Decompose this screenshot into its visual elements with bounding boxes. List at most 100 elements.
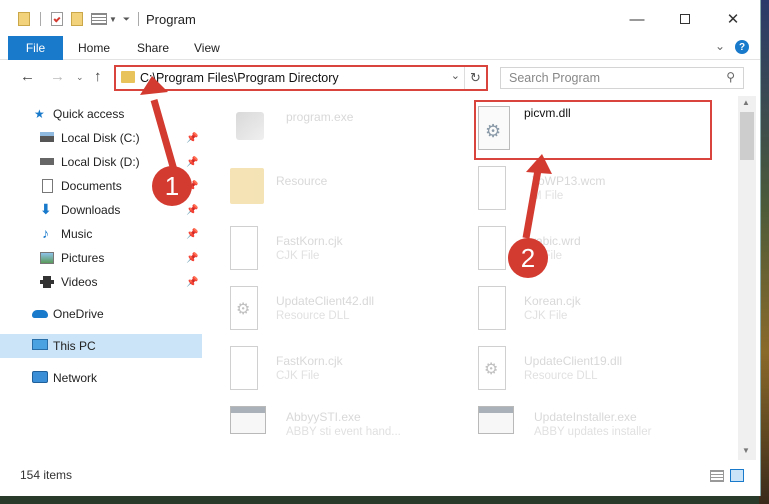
list-item[interactable]: ⚙ UpdateClient42.dll Resource DLL xyxy=(230,282,470,338)
ribbon: File Home Share View ⌄ ? xyxy=(0,36,760,60)
sidebar-item-music[interactable]: ♪ Music 📌 xyxy=(0,222,202,246)
file-type: M File xyxy=(532,190,564,202)
recent-locations-icon[interactable]: ⌄ xyxy=(76,72,84,83)
address-dropdown-icon[interactable]: ⌄ xyxy=(451,69,460,82)
file-icon xyxy=(478,166,506,210)
list-item[interactable]: FastKorn.cjk CJK File xyxy=(230,222,470,278)
up-button[interactable]: ↑ xyxy=(94,68,102,85)
view-options-icon[interactable] xyxy=(91,13,107,25)
file-type: CJK File xyxy=(276,250,320,262)
scrollbar-thumb[interactable] xyxy=(740,112,754,160)
customize-arrow-icon[interactable]: ⏷ xyxy=(123,14,130,25)
list-item[interactable]: AbbyySTI.exe ABBY sti event hand... xyxy=(230,398,470,454)
close-button[interactable]: ✕ xyxy=(710,6,756,32)
file-name: UpdateInstaller.exe xyxy=(534,410,637,424)
sidebar-item-label: Network xyxy=(53,371,98,385)
search-box[interactable]: Search Program ⚲ xyxy=(500,67,744,89)
highlight-box xyxy=(474,100,712,160)
file-icon xyxy=(230,346,258,390)
explorer-window: ▼ ⏷ Program — ✕ File Home Share View ⌄ ?… xyxy=(0,0,761,496)
list-item[interactable]: ⚙ UpdateClient19.dll Resource DLL xyxy=(478,342,718,398)
expand-ribbon-icon[interactable]: ⌄ xyxy=(715,39,725,53)
address-path[interactable]: C:\Program Files\Program Directory xyxy=(140,71,339,85)
tab-share[interactable]: Share xyxy=(137,41,169,55)
exe-icon xyxy=(236,112,264,140)
pin-icon[interactable]: 📌 xyxy=(186,277,198,288)
list-item[interactable]: Resource xyxy=(230,162,470,218)
file-name: FastKorn.cjk xyxy=(276,234,343,248)
sidebar-item-label: Music xyxy=(61,227,93,241)
sidebar-item-label: Local Disk (C:) xyxy=(61,131,140,145)
sidebar-item-videos[interactable]: Videos 📌 xyxy=(0,270,202,294)
file-name: AbbyySTI.exe xyxy=(286,410,361,424)
star-icon: ★ xyxy=(34,107,45,121)
drive-icon xyxy=(40,158,54,165)
sidebar-item-label: Local Disk (D:) xyxy=(61,155,140,169)
list-item[interactable]: Korean.cjk CJK File xyxy=(478,282,718,338)
documents-icon xyxy=(42,179,53,193)
cloud-icon xyxy=(32,310,48,318)
forward-button[interactable]: → xyxy=(50,68,65,85)
minimize-button[interactable]: — xyxy=(614,6,660,32)
list-item[interactable]: ToWP13.wcm M File xyxy=(478,162,718,218)
address-bar[interactable]: C:\Program Files\Program Directory ⌄ ↻ xyxy=(114,65,488,91)
back-button[interactable]: ← xyxy=(20,68,35,85)
exe-icon xyxy=(478,406,514,434)
exe-icon xyxy=(230,406,266,434)
file-name: program.exe xyxy=(286,110,354,124)
properties-icon[interactable] xyxy=(51,12,63,26)
file-name: UpdateClient19.dll xyxy=(524,354,623,368)
sidebar-item-label: Documents xyxy=(61,179,122,193)
help-button[interactable]: ? xyxy=(735,40,749,54)
large-icons-view-icon[interactable] xyxy=(730,469,744,482)
file-type: Resource DLL xyxy=(524,370,598,382)
file-icon xyxy=(478,286,506,330)
file-icon xyxy=(230,226,258,270)
videos-icon xyxy=(40,276,54,288)
computer-icon xyxy=(32,339,48,350)
tab-home[interactable]: Home xyxy=(78,41,110,55)
drive-icon xyxy=(40,132,54,142)
pin-icon[interactable]: 📌 xyxy=(186,253,198,264)
item-count: 154 items xyxy=(20,468,73,482)
sidebar-item-label: OneDrive xyxy=(53,307,104,321)
sidebar-item-quick-access[interactable]: ★ Quick access xyxy=(0,102,202,126)
pin-icon[interactable]: 📌 xyxy=(186,133,198,144)
maximize-button[interactable] xyxy=(662,6,708,32)
window-title: Program xyxy=(146,12,196,27)
sidebar-item-network[interactable]: Network xyxy=(0,366,202,390)
maximize-icon xyxy=(680,14,690,24)
dropdown-arrow-icon[interactable]: ▼ xyxy=(109,15,117,24)
sidebar-item-label: Quick access xyxy=(53,107,125,121)
file-name: ToWP13.wcm xyxy=(532,174,606,188)
tab-file[interactable]: File xyxy=(8,36,63,60)
refresh-icon[interactable]: ↻ xyxy=(464,67,486,89)
pin-icon[interactable]: 📌 xyxy=(186,205,198,216)
pictures-icon xyxy=(40,252,54,264)
navigation-bar: ← → ⌄ ↑ C:\Program Files\Program Directo… xyxy=(0,60,760,96)
vertical-scrollbar[interactable]: ▲ ▼ xyxy=(738,96,756,460)
new-folder-icon[interactable] xyxy=(71,12,83,26)
sidebar-item-onedrive[interactable]: OneDrive xyxy=(0,302,202,326)
list-item[interactable]: FastKorn.cjk CJK File xyxy=(230,342,470,398)
pin-icon[interactable]: 📌 xyxy=(186,157,198,168)
sidebar-item-label: This PC xyxy=(53,339,96,353)
details-view-icon[interactable] xyxy=(710,470,724,482)
file-name: FastKorn.cjk xyxy=(276,354,343,368)
folder-icon[interactable] xyxy=(18,12,30,26)
separator xyxy=(40,12,41,26)
file-type: ABBY updates installer xyxy=(534,426,652,438)
file-name: Resource xyxy=(276,174,328,188)
gear-icon: ⚙ xyxy=(484,361,499,378)
search-placeholder[interactable]: Search Program xyxy=(509,71,600,85)
list-item[interactable]: program.exe xyxy=(230,102,470,158)
search-icon[interactable]: ⚲ xyxy=(726,70,735,84)
sidebar-item-pictures[interactable]: Pictures 📌 xyxy=(0,246,202,270)
sidebar-item-this-pc[interactable]: This PC xyxy=(0,334,202,358)
pin-icon[interactable]: 📌 xyxy=(186,229,198,240)
list-item[interactable]: UpdateInstaller.exe ABBY updates install… xyxy=(478,398,718,454)
tab-view[interactable]: View xyxy=(194,41,220,55)
sidebar-item-local-disk-c[interactable]: Local Disk (C:) 📌 xyxy=(0,126,202,150)
scroll-up-icon[interactable]: ▲ xyxy=(742,98,750,107)
scroll-down-icon[interactable]: ▼ xyxy=(742,446,750,455)
